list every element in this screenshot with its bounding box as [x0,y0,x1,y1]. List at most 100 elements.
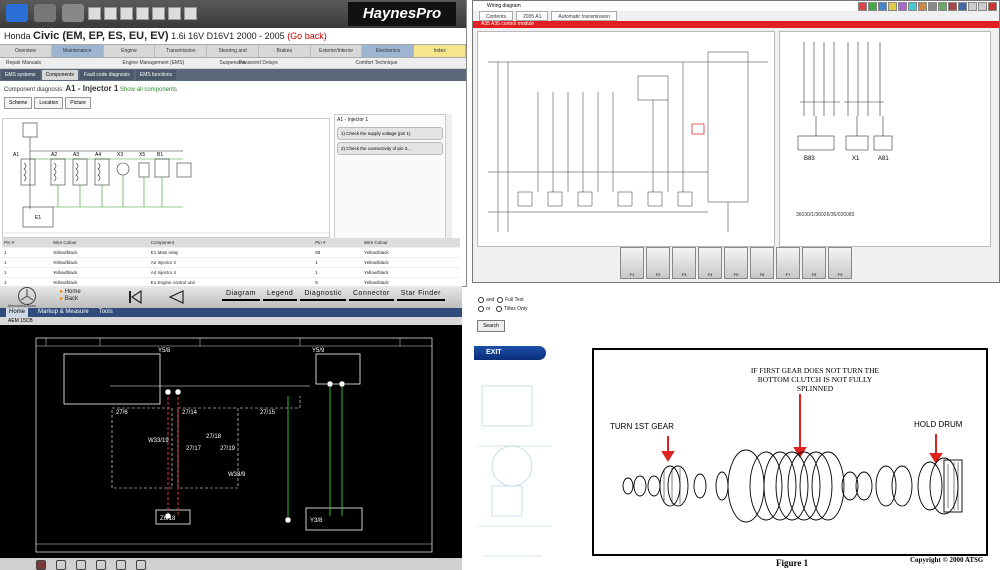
print-key[interactable]: F2 [646,247,670,279]
menu-markup[interactable]: Markup & Measure [38,308,89,317]
or-radio[interactable] [478,305,484,312]
minimize-icon[interactable] [968,2,977,11]
tab-contents[interactable]: Contents [479,11,514,21]
toolbar-icon-2[interactable] [104,7,117,20]
toolbar-btn[interactable] [898,2,907,11]
maximize-icon[interactable] [978,2,987,11]
tools-icon[interactable] [34,4,56,22]
car-icon[interactable] [6,4,28,22]
toolbar-icon-6[interactable] [168,7,181,20]
first-page-icon[interactable] [128,289,142,305]
exit-button[interactable]: EXIT [474,346,546,360]
tab-2005-a1[interactable]: 2005 A1 [516,11,549,21]
toolbar-icon-5[interactable] [152,7,165,20]
tab-connector[interactable]: Connector [349,288,394,301]
search-button[interactable]: Search [477,320,505,332]
tab-maintenance[interactable]: Maintenance [51,45,104,57]
circuit-diagram[interactable]: A1 A2 A3 A4 X3 X5 B1 E1 [2,118,330,238]
label-27-6: 27/6 [116,410,128,416]
tool-icon[interactable] [56,560,66,570]
tab-legend[interactable]: Legend [262,288,298,301]
measure-key[interactable]: F8 [802,247,826,279]
toolbar-icon-1[interactable] [88,7,101,20]
tab-exterior[interactable]: Exterior/Interior [311,45,363,57]
toolbar-icon-3[interactable] [120,7,133,20]
subtab-ems[interactable]: Engine Management (EMS) [117,58,234,68]
tab-diagnostic[interactable]: Diagnostic [300,288,346,301]
toolbar-btn[interactable] [938,2,947,11]
change-vehicle-link[interactable]: (Go back) [287,31,327,41]
menu-tools[interactable]: Tools [99,308,113,317]
tab-fault-codes[interactable]: Fault code diagnosis [79,70,134,80]
wiring-window-title: Wiring diagram [487,3,521,9]
ems-tabs: EMS systems Components Fault code diagno… [0,69,466,81]
back-link[interactable]: ▸ Back [60,296,81,303]
toolbar-icon-7[interactable] [184,7,197,20]
previous-icon[interactable] [168,290,184,304]
picture-button[interactable]: Picture [65,97,91,109]
mercedes-schematic[interactable]: Y5/8 Y5/9 27/6 27/14 27/15 27/17 27/18 2… [0,326,462,558]
tool-icon[interactable] [136,560,146,570]
full-text-radio[interactable] [497,296,504,303]
menu-home[interactable]: Home [6,308,29,317]
tab-engine[interactable]: Engine [104,45,156,57]
tab-automatic-transmission[interactable]: Automatic transmission [551,11,618,21]
table-row[interactable]: 1 Yellow/black A2 Injector 2 1 Yellow/black [2,257,460,268]
tab-overview[interactable]: Overview [0,45,52,57]
toolbar-btn[interactable] [918,2,927,11]
tab-diagram[interactable]: Diagram [222,288,260,301]
toolbar-icon-4[interactable] [136,7,149,20]
panel-scrollbar[interactable] [446,114,452,238]
toolbar-btn[interactable] [928,2,937,11]
toolbar-btn[interactable] [958,2,967,11]
wiring-detail[interactable]: B83 X1 A81 36030/1/36026/36/026083 [779,31,991,247]
close-icon[interactable] [988,2,997,11]
tool-key[interactable]: F7 [776,247,800,279]
table-row[interactable]: 1 Yellow/black A4 Injector 4 1 Yellow/black [2,267,460,278]
tool-icon[interactable] [76,560,86,570]
toolbar-btn[interactable] [878,2,887,11]
save-key[interactable]: F3 [672,247,696,279]
toolbar-btn[interactable] [888,2,897,11]
tab-electronics[interactable]: Electronics [362,45,415,57]
subtab-password-delays[interactable]: Password Delays [233,58,350,68]
show-all-link[interactable]: Show all components [120,87,177,93]
tab-steering[interactable]: Steering and Suspension [207,45,259,66]
step-1[interactable]: 1) Check the supply voltage (pin 1) [337,127,443,140]
tab-star-finder[interactable]: Star Finder [396,288,445,301]
cell: Yellow/black [362,247,460,258]
vehicle-model: Civic (EM, EP, ES, EU, EV) [33,30,169,42]
toolbar-btn[interactable] [948,2,957,11]
subtab-comfort[interactable]: Comfort Technique [350,58,467,68]
tab-brakes[interactable]: Brakes [259,45,311,57]
titles-only-radio[interactable] [496,305,503,312]
edit-key[interactable]: F5 [724,247,748,279]
tab-transmission[interactable]: Transmission [155,45,208,57]
help-key[interactable]: F1 [620,247,644,279]
grid-key[interactable]: F9 [828,247,852,279]
toolbar-btn[interactable] [908,2,917,11]
toolbar-btn[interactable] [858,2,867,11]
tool-icon[interactable] [36,560,46,570]
tab-ems-functions[interactable]: EMS functions [135,70,177,80]
folder-icon[interactable] [62,4,84,22]
key-label: F4 [707,272,713,277]
scheme-button[interactable]: Scheme [4,97,33,109]
and-radio[interactable] [478,296,484,303]
tab-components[interactable]: Components [41,70,78,80]
location-button[interactable]: Location [34,97,64,109]
component-value[interactable]: A1 - Injector 1 [65,84,118,93]
tab-ems-systems[interactable]: EMS systems [1,70,40,80]
titles-only-label: Titles Only [504,306,528,312]
subtab-repair-manuals[interactable]: Repair Manuals [0,58,117,68]
toolbar-btn[interactable] [868,2,877,11]
tab-index[interactable]: Index [414,45,466,57]
step-2[interactable]: 2) Check the connectivity of pin 3... [337,142,443,155]
table-row[interactable]: 1 Yellow/black E1 Main relay 85 Yellow/black [2,247,460,258]
home-link[interactable]: ▸ Home [60,289,81,296]
zoom-key[interactable]: F6 [750,247,774,279]
tool-icon[interactable] [116,560,126,570]
copy-key[interactable]: F4 [698,247,722,279]
wiring-schematic[interactable] [477,31,775,247]
tool-icon[interactable] [96,560,106,570]
